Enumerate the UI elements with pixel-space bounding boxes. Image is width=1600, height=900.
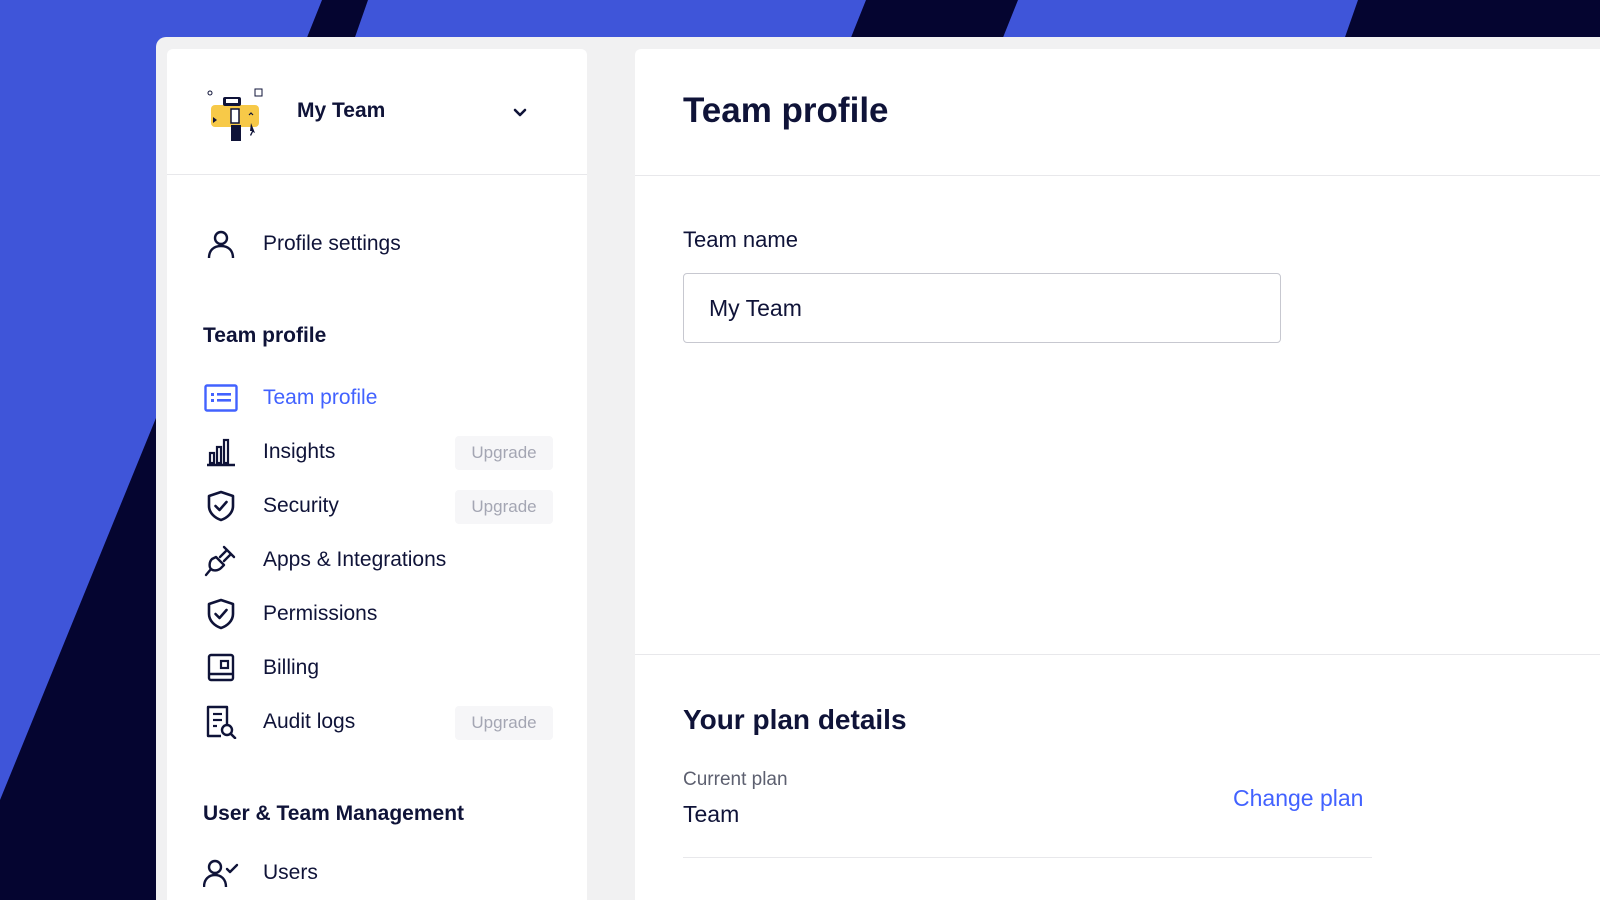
- plan-details-title: Your plan details: [683, 704, 907, 735]
- current-plan-value: Team: [683, 801, 740, 827]
- sidebar-item-label: Audit logs: [263, 710, 356, 733]
- team-name-input[interactable]: [683, 273, 1281, 343]
- team-switcher[interactable]: My Team: [167, 49, 587, 175]
- upgrade-badge[interactable]: Upgrade: [455, 706, 553, 740]
- sidebar-item-users[interactable]: Users: [203, 853, 553, 893]
- sidebar: My Team Profile settings Team profile Te…: [167, 49, 587, 900]
- document-search-icon: [203, 704, 239, 740]
- header-divider: [635, 175, 1600, 176]
- sidebar-item-security[interactable]: Security Upgrade: [203, 486, 553, 526]
- team-name: My Team: [297, 99, 386, 122]
- sidebar-item-label: Apps & Integrations: [263, 548, 447, 571]
- user-icon: [203, 226, 239, 262]
- sidebar-item-apps-integrations[interactable]: Apps & Integrations: [203, 540, 553, 580]
- sidebar-item-label: Profile settings: [263, 232, 401, 255]
- sidebar-item-permissions[interactable]: Permissions: [203, 594, 553, 634]
- sidebar-item-billing[interactable]: Billing: [203, 648, 553, 688]
- team-name-label: Team name: [683, 227, 798, 252]
- sidebar-item-audit-logs[interactable]: Audit logs Upgrade: [203, 702, 553, 742]
- page-title: Team profile: [683, 91, 889, 130]
- upgrade-badge[interactable]: Upgrade: [455, 436, 553, 470]
- sidebar-item-label: Team profile: [263, 386, 378, 409]
- settings-window: My Team Profile settings Team profile Te…: [156, 37, 1600, 900]
- sidebar-item-label: Security: [263, 494, 339, 517]
- bar-chart-icon: [203, 434, 239, 470]
- plug-icon: [203, 542, 239, 578]
- plan-divider: [683, 857, 1372, 858]
- user-check-icon: [203, 855, 239, 891]
- id-card-icon: [203, 380, 239, 416]
- current-plan-label: Current plan: [683, 769, 788, 790]
- sidebar-item-label: Billing: [263, 656, 320, 679]
- sidebar-item-label: Insights: [263, 440, 336, 463]
- change-plan-link[interactable]: Change plan: [1233, 785, 1363, 812]
- shield-check-icon: [203, 596, 239, 632]
- main-panel: Team profile Team name Your plan details…: [635, 49, 1600, 900]
- section-title-user-team-management: User & Team Management: [203, 802, 465, 825]
- section-title-team-profile: Team profile: [203, 324, 327, 347]
- shield-check-icon: [203, 488, 239, 524]
- team-illustration-icon: [207, 88, 263, 141]
- sidebar-item-insights[interactable]: Insights Upgrade: [203, 432, 553, 472]
- chevron-down-icon[interactable]: [512, 105, 528, 121]
- upgrade-badge[interactable]: Upgrade: [455, 490, 553, 524]
- sidebar-item-label: Permissions: [263, 602, 378, 625]
- sidebar-item-team-profile[interactable]: Team profile: [203, 378, 553, 418]
- billing-icon: [203, 650, 239, 686]
- sidebar-item-label: Users: [263, 861, 318, 884]
- section-divider: [635, 654, 1600, 655]
- sidebar-item-profile-settings[interactable]: Profile settings: [203, 224, 553, 264]
